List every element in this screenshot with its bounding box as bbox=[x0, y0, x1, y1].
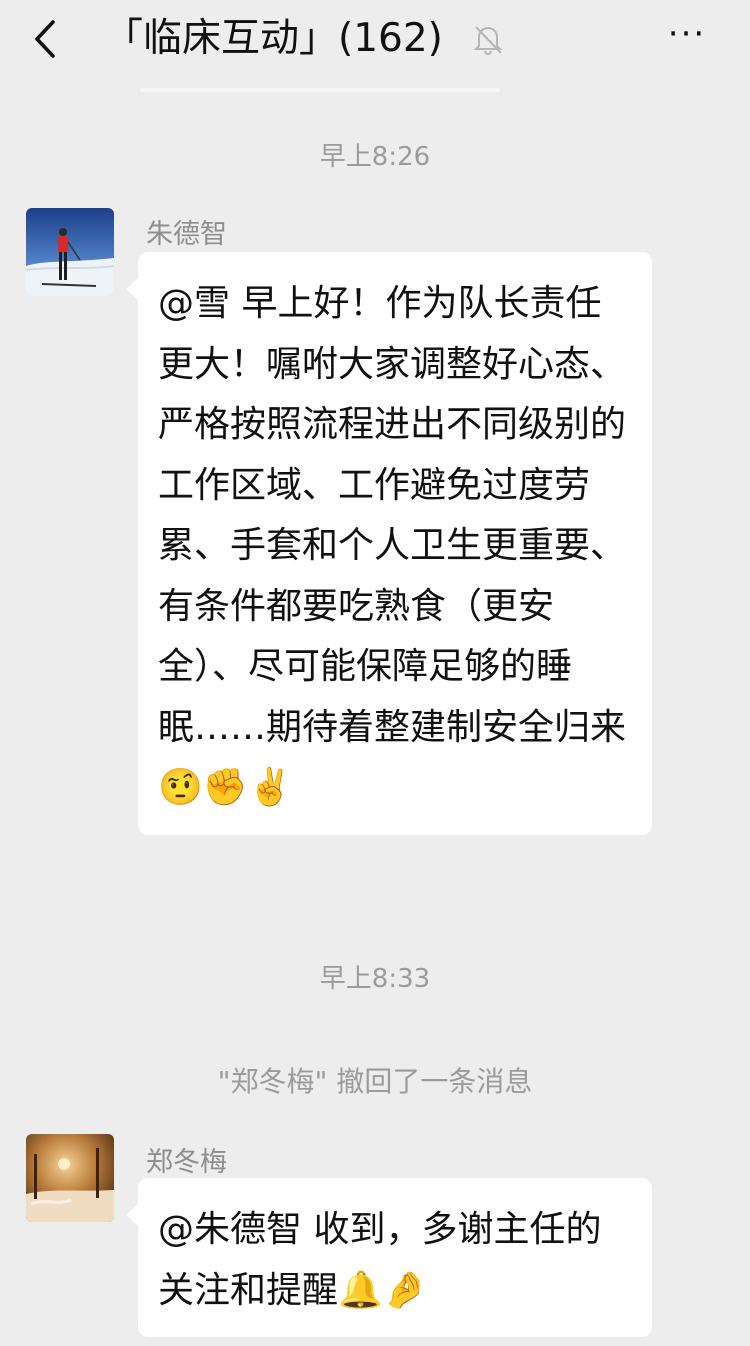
chat-title: 「临床互动」(162) bbox=[104, 16, 443, 61]
snowy-street-avatar-image bbox=[26, 1134, 114, 1222]
chat-header: 「临床互动」(162) ··· bbox=[0, 0, 750, 82]
avatar[interactable] bbox=[26, 208, 114, 296]
recall-notice: "郑冬梅" 撤回了一条消息 bbox=[217, 1065, 533, 1098]
back-button[interactable] bbox=[22, 14, 68, 64]
avatar[interactable] bbox=[26, 1134, 114, 1222]
message-bubble[interactable]: @雪 早上好！作为队长责任更大！嘱咐大家调整好心态、严格按照流程进出不同级别的工… bbox=[126, 252, 652, 835]
timestamp: 早上8:26 bbox=[319, 142, 431, 172]
timestamp: 早上8:33 bbox=[319, 964, 431, 994]
emoji-pinched-fingers: 🤌 bbox=[382, 1269, 428, 1311]
header-divider bbox=[140, 88, 500, 92]
bell-off-icon bbox=[473, 26, 503, 56]
emoji-raised-eyebrow: 🤨 bbox=[158, 767, 203, 808]
skier-avatar-image bbox=[26, 208, 114, 296]
message-text: @雪 早上好！作为队长责任更大！嘱咐大家调整好心态、严格按照流程进出不同级别的工… bbox=[158, 283, 627, 748]
emoji-victory-hand: ✌️ bbox=[247, 767, 293, 808]
chevron-left-icon bbox=[35, 20, 55, 58]
emoji-bell: 🔔 bbox=[338, 1269, 383, 1311]
sender-name: 朱德智 bbox=[146, 219, 227, 250]
message-bubble[interactable]: @朱德智 收到，多谢主任的关注和提醒🔔🤌 bbox=[126, 1178, 652, 1337]
emoji-fist: ✊ bbox=[202, 767, 248, 808]
sender-name: 郑冬梅 bbox=[146, 1147, 227, 1178]
more-options-button[interactable]: ··· bbox=[664, 17, 710, 54]
